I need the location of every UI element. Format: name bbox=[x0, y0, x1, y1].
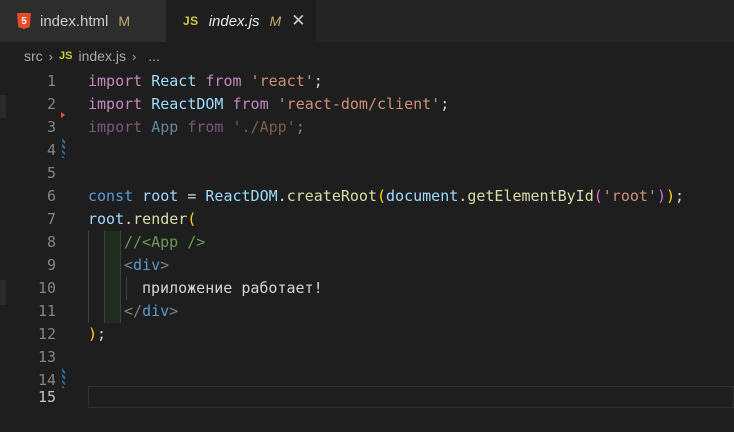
code-text: const root = ReactDOM.createRoot(documen… bbox=[88, 187, 685, 205]
line-number: 2 bbox=[46, 95, 56, 113]
code-line: 10 приложение работает! bbox=[0, 277, 734, 300]
line-number: 1 bbox=[46, 72, 56, 90]
code-text: //<App /> bbox=[124, 233, 206, 251]
modified-badge: M bbox=[118, 13, 131, 29]
code-line: 9 <div> bbox=[0, 254, 734, 277]
line-number: 13 bbox=[37, 348, 56, 366]
line-number: 9 bbox=[46, 256, 56, 274]
tab-index-js[interactable]: JS index.js M ✕ bbox=[166, 0, 316, 42]
code-text: root.render( bbox=[88, 210, 197, 228]
chevron-right-icon: › bbox=[48, 48, 54, 64]
code-line: 13 bbox=[0, 346, 734, 369]
line-number: 11 bbox=[37, 302, 56, 320]
breadcrumb-folder[interactable]: src bbox=[24, 48, 43, 64]
line-number: 12 bbox=[37, 325, 56, 343]
chevron-right-icon: › bbox=[131, 48, 137, 64]
code-text: import React from 'react'; bbox=[88, 72, 323, 90]
js-icon: JS bbox=[183, 14, 199, 28]
line-number: 10 bbox=[37, 279, 56, 297]
code-line: 3 import App from './App'; bbox=[0, 116, 734, 139]
code-line: 11 </div> bbox=[0, 300, 734, 323]
code-line: 2 import ReactDOM from 'react-dom/client… bbox=[0, 93, 734, 116]
line-number: 3 bbox=[46, 118, 56, 136]
js-icon: JS bbox=[59, 50, 73, 62]
line-number: 8 bbox=[46, 233, 56, 251]
code-text: import App from './App'; bbox=[88, 118, 305, 136]
code-text: import ReactDOM from 'react-dom/client'; bbox=[88, 95, 450, 113]
code-line: 1 import React from 'react'; bbox=[0, 70, 734, 93]
breadcrumb: src › JS index.js › ... bbox=[0, 42, 734, 70]
close-icon[interactable]: ✕ bbox=[291, 11, 305, 31]
breadcrumb-symbols[interactable]: ... bbox=[148, 48, 160, 64]
line-number: 7 bbox=[46, 210, 56, 228]
html5-icon: 5 bbox=[17, 13, 31, 29]
code-text: приложение работает! bbox=[142, 279, 323, 297]
tab-index-html[interactable]: 5 index.html M bbox=[0, 0, 166, 42]
modified-badge: M bbox=[269, 13, 282, 29]
line-number: 5 bbox=[46, 164, 56, 182]
tab-label: index.js bbox=[208, 12, 260, 30]
line-number: 4 bbox=[46, 141, 56, 159]
breadcrumb-file[interactable]: index.js bbox=[78, 48, 125, 64]
code-line: 15 bbox=[0, 386, 734, 409]
code-line: 5 bbox=[0, 162, 734, 185]
code-line: 12 ); bbox=[0, 323, 734, 346]
code-editor[interactable]: 1 import React from 'react'; 2 import Re… bbox=[0, 70, 734, 432]
code-line: 4 bbox=[0, 139, 734, 162]
line-number: 15 bbox=[37, 388, 56, 406]
code-line: 8 //<App /> bbox=[0, 231, 734, 254]
tab-bar: 5 index.html M JS index.js M ✕ bbox=[0, 0, 734, 42]
code-text: <div> bbox=[124, 256, 170, 274]
code-line: 7 root.render( bbox=[0, 208, 734, 231]
code-text: </div> bbox=[124, 302, 179, 320]
line-number: 6 bbox=[46, 187, 56, 205]
code-line: 6 const root = ReactDOM.createRoot(docum… bbox=[0, 185, 734, 208]
code-text: ); bbox=[88, 325, 107, 343]
tab-label: index.html bbox=[40, 12, 109, 30]
